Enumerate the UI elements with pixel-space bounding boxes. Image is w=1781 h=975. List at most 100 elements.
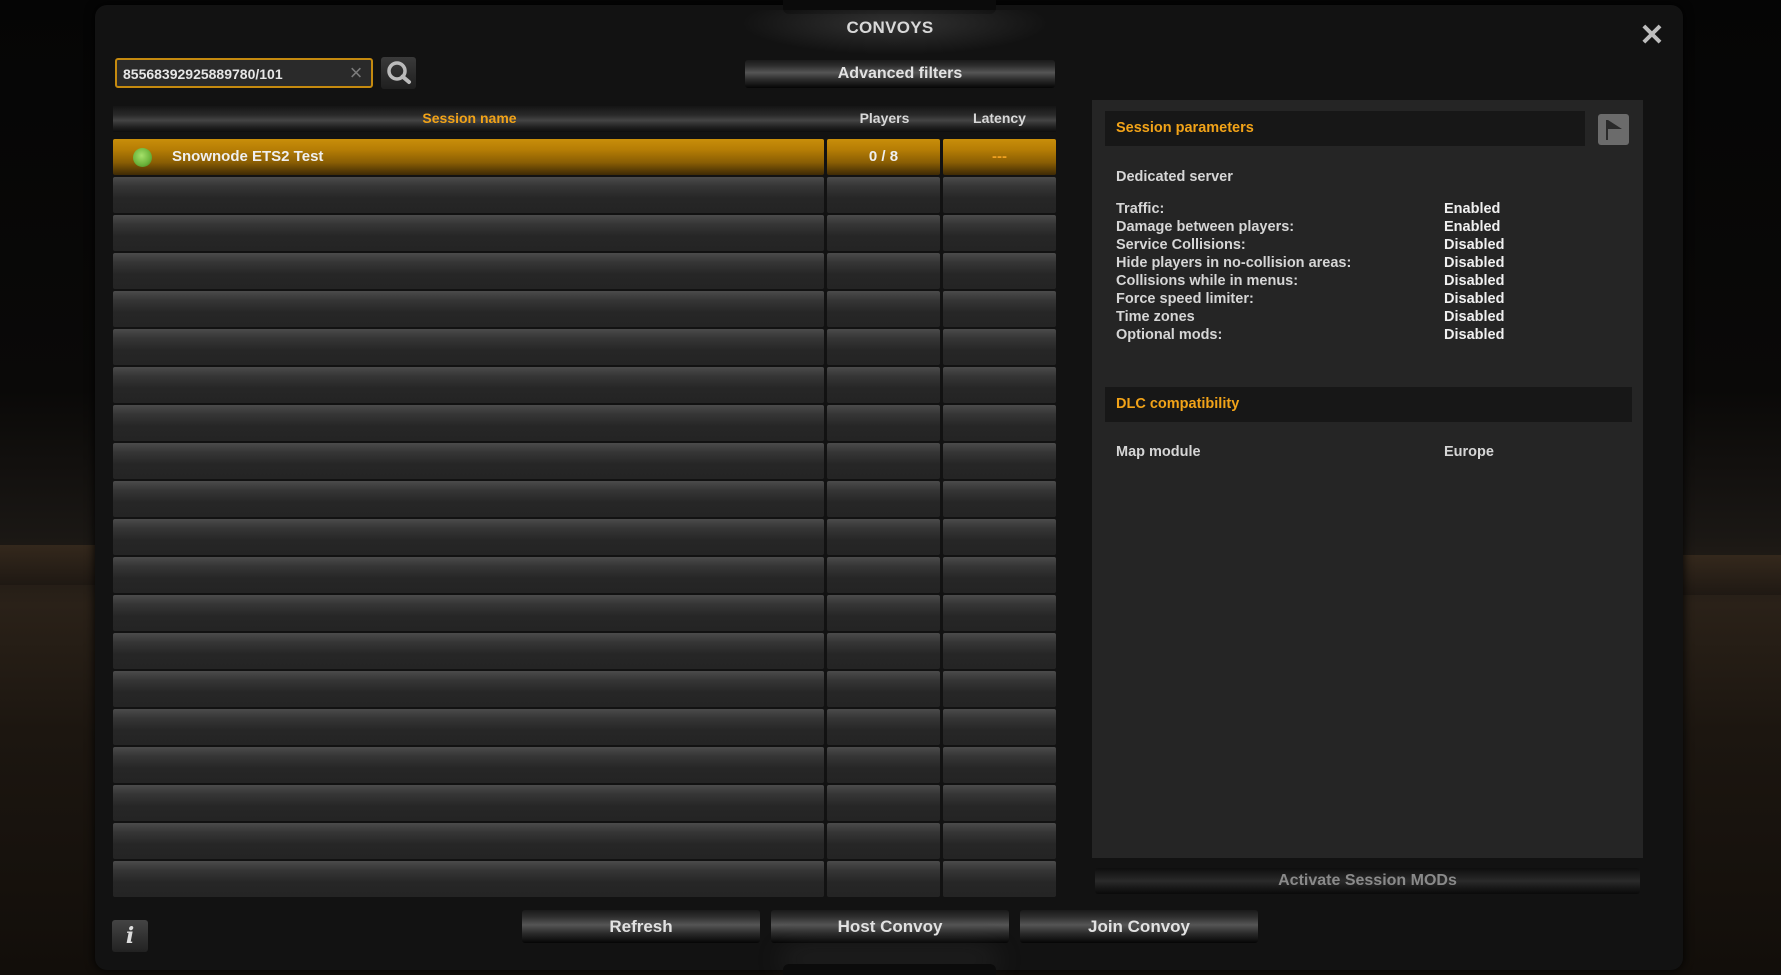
empty-cell <box>113 405 824 441</box>
join-convoy-button[interactable]: Join Convoy <box>1020 910 1258 943</box>
empty-cell <box>827 405 940 441</box>
empty-session-row[interactable] <box>113 785 1056 821</box>
empty-session-row[interactable] <box>113 823 1056 859</box>
search-button[interactable] <box>381 57 416 89</box>
session-name-cell: Snownode ETS2 Test <box>113 139 824 175</box>
parameter-label: Hide players in no-collision areas: <box>1116 255 1352 271</box>
parameter-label: Optional mods: <box>1116 327 1223 343</box>
empty-session-row[interactable] <box>113 253 1056 289</box>
empty-cell <box>113 671 824 707</box>
empty-session-row[interactable] <box>113 443 1056 479</box>
parameter-label: Force speed limiter: <box>1116 291 1254 307</box>
table-header: Session name Players Latency <box>113 106 1056 132</box>
empty-session-row[interactable] <box>113 405 1056 441</box>
parameter-label: Time zones <box>1116 309 1195 325</box>
latency-value: --- <box>992 148 1007 165</box>
empty-cell <box>827 747 940 783</box>
parameter-value: Disabled <box>1444 273 1505 289</box>
empty-cell <box>943 595 1056 631</box>
parameter-value: Disabled <box>1444 291 1505 307</box>
column-header-players[interactable]: Players <box>826 110 943 126</box>
server-type: Dedicated server <box>1116 169 1233 185</box>
empty-cell <box>113 253 824 289</box>
column-header-latency[interactable]: Latency <box>943 110 1056 126</box>
magnifier-icon <box>387 61 411 84</box>
info-icon: i <box>125 923 135 949</box>
online-status-icon <box>133 148 152 167</box>
parameter-value: Enabled <box>1444 201 1501 217</box>
empty-session-row[interactable] <box>113 709 1056 745</box>
empty-cell <box>827 329 940 365</box>
empty-cell <box>827 709 940 745</box>
session-list: Snownode ETS2 Test 0 / 8 --- <box>113 139 1056 899</box>
dlc-value: Europe <box>1444 444 1494 460</box>
empty-cell <box>827 633 940 669</box>
dlc-label: Map module <box>1116 444 1201 460</box>
empty-cell <box>827 519 940 555</box>
parameter-value: Disabled <box>1444 255 1505 271</box>
empty-cell <box>943 557 1056 593</box>
report-button[interactable] <box>1598 114 1629 145</box>
column-header-session-name[interactable]: Session name <box>113 110 826 126</box>
parameter-label: Collisions while in menus: <box>1116 273 1299 289</box>
empty-cell <box>943 329 1056 365</box>
bottom-tab-decoration <box>783 964 996 975</box>
empty-session-row[interactable] <box>113 633 1056 669</box>
empty-cell <box>113 595 824 631</box>
empty-cell <box>113 557 824 593</box>
empty-session-row[interactable] <box>113 329 1056 365</box>
empty-session-row[interactable] <box>113 671 1056 707</box>
empty-cell <box>943 633 1056 669</box>
dlc-compatibility-header: DLC compatibility <box>1105 387 1632 422</box>
empty-session-row[interactable] <box>113 177 1056 213</box>
empty-cell <box>943 443 1056 479</box>
empty-cell <box>827 177 940 213</box>
empty-session-row[interactable] <box>113 557 1056 593</box>
background-scenery-right <box>1681 555 1781 595</box>
empty-cell <box>113 633 824 669</box>
empty-cell <box>943 671 1056 707</box>
parameter-label: Traffic: <box>1116 201 1165 217</box>
empty-cell <box>113 709 824 745</box>
empty-cell <box>943 291 1056 327</box>
host-convoy-button[interactable]: Host Convoy <box>771 910 1009 943</box>
empty-cell <box>827 557 940 593</box>
empty-cell <box>827 785 940 821</box>
empty-cell <box>827 481 940 517</box>
session-name: Snownode ETS2 Test <box>172 148 324 165</box>
empty-cell <box>943 481 1056 517</box>
empty-cell <box>113 519 824 555</box>
search-input[interactable] <box>123 63 338 85</box>
activate-session-mods-button[interactable]: Activate Session MODs <box>1095 868 1640 894</box>
empty-session-row[interactable] <box>113 215 1056 251</box>
session-parameters-header: Session parameters <box>1105 111 1585 146</box>
empty-cell <box>113 481 824 517</box>
empty-cell <box>943 405 1056 441</box>
empty-session-row[interactable] <box>113 481 1056 517</box>
empty-cell <box>827 861 940 897</box>
info-button[interactable]: i <box>112 920 148 952</box>
refresh-button[interactable]: Refresh <box>522 910 760 943</box>
empty-cell <box>827 595 940 631</box>
parameter-value: Disabled <box>1444 309 1505 325</box>
close-button[interactable]: ✕ <box>1638 21 1666 51</box>
empty-session-row[interactable] <box>113 367 1056 403</box>
empty-cell <box>113 785 824 821</box>
empty-session-row[interactable] <box>113 595 1056 631</box>
session-row[interactable]: Snownode ETS2 Test 0 / 8 --- <box>113 139 1056 175</box>
latency-cell: --- <box>943 139 1056 175</box>
empty-cell <box>943 253 1056 289</box>
advanced-filters-button[interactable]: Advanced filters <box>745 60 1055 88</box>
empty-cell <box>943 709 1056 745</box>
search-field[interactable]: × <box>115 58 373 88</box>
clear-icon[interactable]: × <box>345 62 367 84</box>
empty-cell <box>943 367 1056 403</box>
empty-cell <box>943 747 1056 783</box>
empty-session-row[interactable] <box>113 747 1056 783</box>
empty-session-row[interactable] <box>113 519 1056 555</box>
empty-session-row[interactable] <box>113 861 1056 897</box>
empty-cell <box>827 823 940 859</box>
empty-session-row[interactable] <box>113 291 1056 327</box>
empty-cell <box>827 367 940 403</box>
session-parameters-title: Session parameters <box>1116 120 1254 136</box>
